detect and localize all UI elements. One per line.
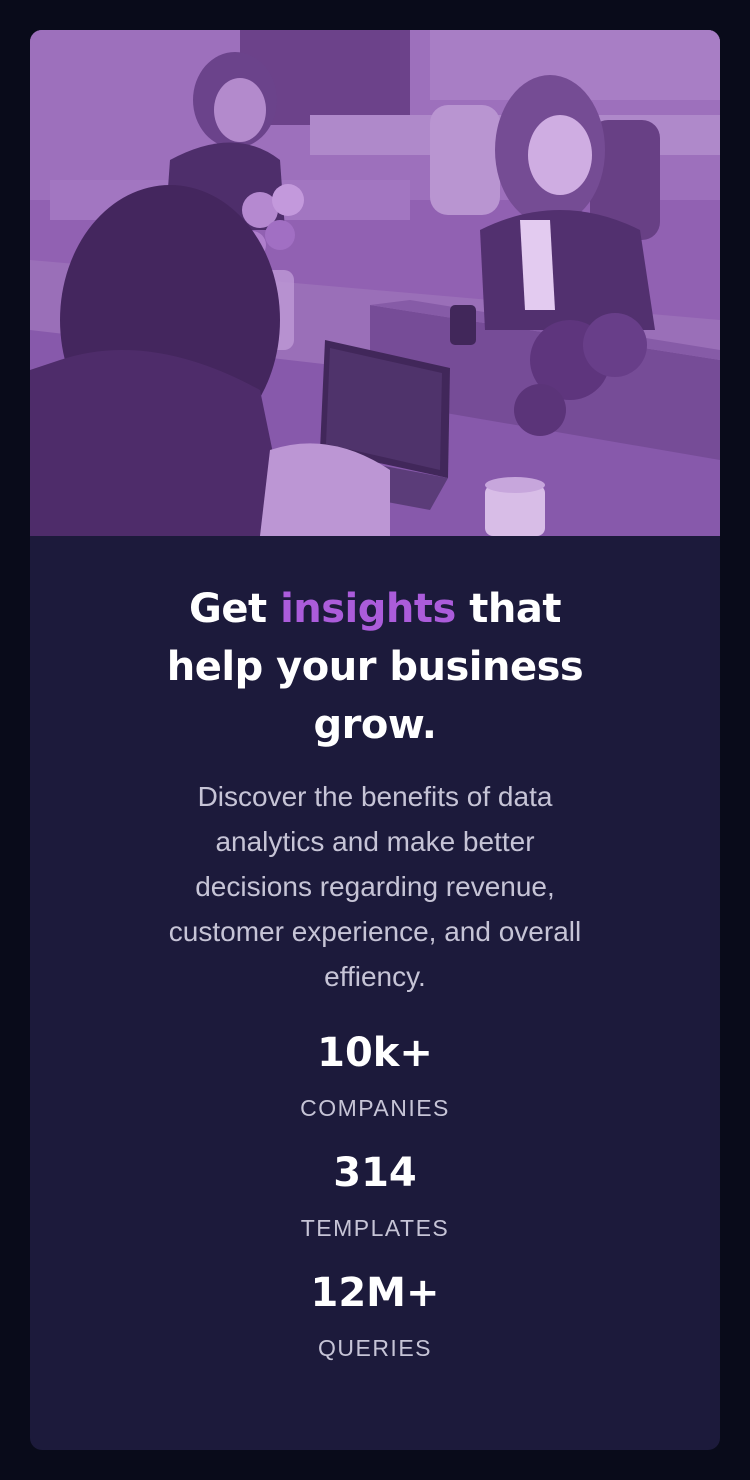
stat-templates: 314 TEMPLATES [30, 1145, 720, 1243]
description: Discover the benefits of data analytics … [168, 781, 582, 992]
stat-value: 10k+ [317, 1030, 433, 1076]
headline: Get insights that help your business gro… [165, 580, 585, 754]
stat-label: QUERIES [317, 1335, 433, 1361]
headline-part1: Get [189, 586, 281, 632]
stats-list: 10k+ COMPANIES 314 TEMPLATES 12M+ QUERIE… [30, 1025, 720, 1363]
hero-image [30, 30, 720, 536]
office-team-photo [30, 30, 720, 536]
stat-value: 12M+ [310, 1270, 440, 1316]
stats-preview-card: Get insights that help your business gro… [30, 30, 720, 1450]
headline-accent: insights [280, 586, 456, 632]
card-content: Get insights that help your business gro… [30, 580, 720, 1363]
stat-label: COMPANIES [300, 1095, 450, 1121]
stat-label: TEMPLATES [300, 1215, 450, 1241]
stat-queries: 12M+ QUERIES [30, 1265, 720, 1363]
stat-value: 314 [333, 1150, 417, 1196]
stat-companies: 10k+ COMPANIES [30, 1025, 720, 1123]
